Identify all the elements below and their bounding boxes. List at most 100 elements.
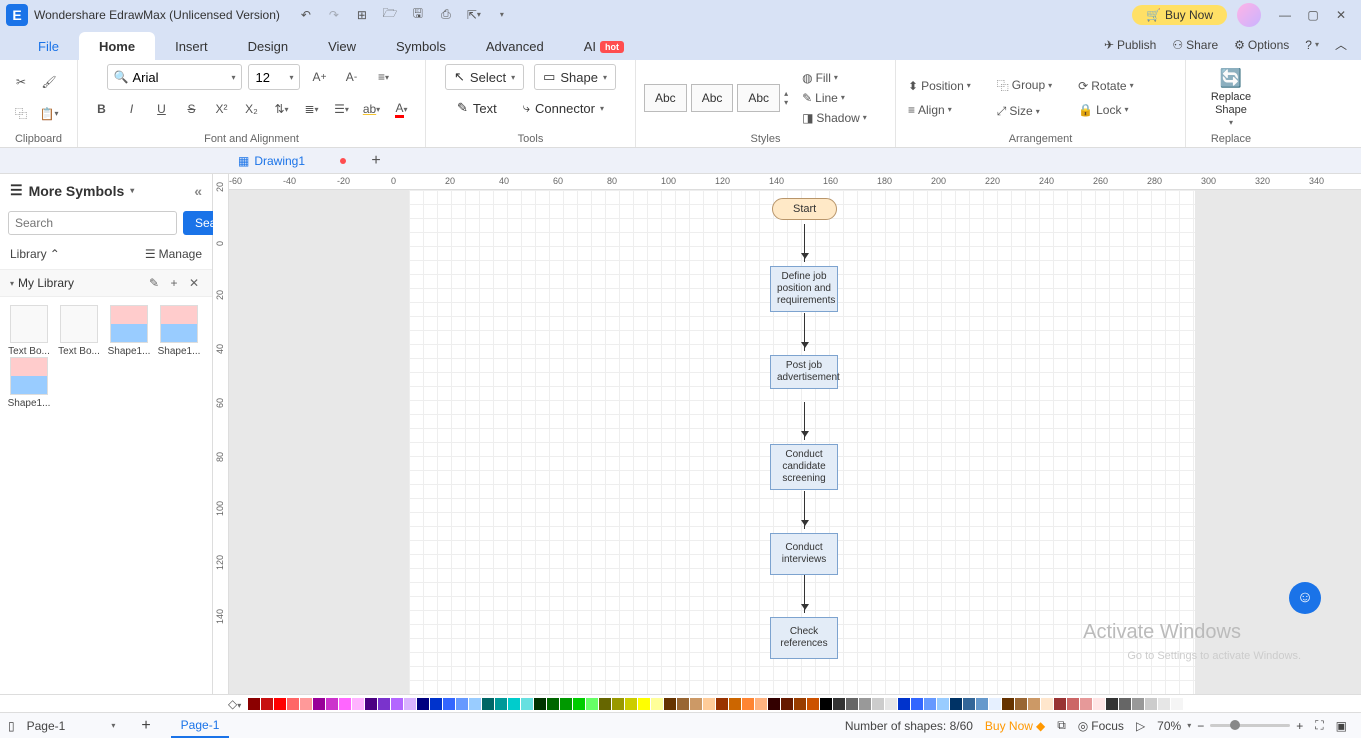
page-selector[interactable]: Page-1 xyxy=(21,717,106,735)
group-button[interactable]: ⿻Group▾ xyxy=(993,75,1056,96)
color-swatch[interactable] xyxy=(313,698,325,710)
increase-font-button[interactable]: A+ xyxy=(306,64,332,90)
color-swatch[interactable] xyxy=(573,698,585,710)
style-down-icon[interactable]: ▾ xyxy=(784,98,788,107)
strike-button[interactable]: S xyxy=(179,96,205,122)
fit-page-icon[interactable]: ⛶ xyxy=(1315,718,1323,733)
align-top-button[interactable]: ≡▾ xyxy=(370,64,396,90)
lib-close-icon[interactable]: ✕ xyxy=(186,276,202,290)
number-list-button[interactable]: ☰▾ xyxy=(329,96,355,122)
menu-advanced[interactable]: Advanced xyxy=(466,32,564,60)
new-icon[interactable]: ⊞ xyxy=(354,7,370,23)
color-swatch[interactable] xyxy=(1158,698,1170,710)
menu-ai[interactable]: AI hot xyxy=(564,32,644,60)
color-swatch[interactable] xyxy=(794,698,806,710)
menu-insert[interactable]: Insert xyxy=(155,32,228,60)
color-swatch[interactable] xyxy=(729,698,741,710)
cut-button[interactable]: ✂ xyxy=(8,69,34,95)
color-swatch[interactable] xyxy=(638,698,650,710)
color-swatch[interactable] xyxy=(430,698,442,710)
superscript-button[interactable]: X² xyxy=(209,96,235,122)
color-swatch[interactable] xyxy=(1002,698,1014,710)
color-swatch[interactable] xyxy=(1067,698,1079,710)
color-swatch[interactable] xyxy=(508,698,520,710)
color-swatch[interactable] xyxy=(521,698,533,710)
color-swatch[interactable] xyxy=(742,698,754,710)
color-swatch[interactable] xyxy=(807,698,819,710)
align-button[interactable]: ≡Align▾ xyxy=(904,101,975,119)
collapse-ribbon-button[interactable]: ︿ xyxy=(1329,33,1353,56)
color-swatch[interactable] xyxy=(378,698,390,710)
color-swatch[interactable] xyxy=(846,698,858,710)
color-swatch[interactable] xyxy=(976,698,988,710)
font-name-field[interactable] xyxy=(132,70,227,85)
flowchart-box-5[interactable]: Check references xyxy=(770,617,838,659)
rotate-button[interactable]: ⟳Rotate▾ xyxy=(1074,77,1137,95)
color-swatch[interactable] xyxy=(820,698,832,710)
color-swatch[interactable] xyxy=(781,698,793,710)
zoom-out-button[interactable]: − xyxy=(1197,719,1204,733)
font-color-button[interactable]: A▾ xyxy=(389,96,415,122)
color-swatch[interactable] xyxy=(456,698,468,710)
highlight-button[interactable]: ab▾ xyxy=(359,96,385,122)
close-icon[interactable]: ✕ xyxy=(1327,1,1355,29)
style-up-icon[interactable]: ▴ xyxy=(784,89,788,98)
zoom-level[interactable]: 70% xyxy=(1157,719,1181,733)
publish-button[interactable]: ✈Publish xyxy=(1098,35,1162,55)
menu-design[interactable]: Design xyxy=(228,32,308,60)
color-swatch[interactable] xyxy=(625,698,637,710)
collapse-sidebar-icon[interactable]: « xyxy=(194,183,202,199)
style-preset-1[interactable]: Abc xyxy=(644,84,687,112)
color-swatch[interactable] xyxy=(547,698,559,710)
font-name-input[interactable]: 🔍▾ xyxy=(107,64,243,90)
flowchart-box-3[interactable]: Conduct candidate screening xyxy=(770,444,838,490)
menu-home[interactable]: Home xyxy=(79,32,155,60)
fullscreen-icon[interactable]: ▣ xyxy=(1336,719,1347,733)
manage-button[interactable]: ☰Manage xyxy=(145,247,202,261)
options-button[interactable]: ⚙Options xyxy=(1228,35,1295,55)
library-dropdown[interactable]: Library ⌃ xyxy=(10,247,60,261)
color-swatch[interactable] xyxy=(1132,698,1144,710)
color-swatch[interactable] xyxy=(924,698,936,710)
open-icon[interactable]: 🗁 xyxy=(382,7,398,23)
color-swatch[interactable] xyxy=(443,698,455,710)
menu-symbols[interactable]: Symbols xyxy=(376,32,466,60)
color-swatch[interactable] xyxy=(495,698,507,710)
color-swatch[interactable] xyxy=(599,698,611,710)
style-preset-3[interactable]: Abc xyxy=(737,84,780,112)
color-swatch[interactable] xyxy=(768,698,780,710)
color-swatch[interactable] xyxy=(482,698,494,710)
position-button[interactable]: ⬍Position▾ xyxy=(904,77,975,95)
color-swatch[interactable] xyxy=(287,698,299,710)
zoom-in-button[interactable]: + xyxy=(1296,719,1303,733)
size-button[interactable]: ⤢Size▾ xyxy=(993,102,1056,121)
color-swatch[interactable] xyxy=(755,698,767,710)
underline-button[interactable]: U xyxy=(149,96,175,122)
buy-now-button[interactable]: 🛒 Buy Now xyxy=(1132,5,1227,25)
my-library-header[interactable]: ▾ My Library ✎ + ✕ xyxy=(0,269,212,297)
share-button[interactable]: ⚇Share xyxy=(1166,35,1224,55)
color-swatch[interactable] xyxy=(326,698,338,710)
color-swatch[interactable] xyxy=(898,698,910,710)
canvas[interactable]: Start Define job position and requiremen… xyxy=(229,190,1361,694)
color-swatch[interactable] xyxy=(300,698,312,710)
color-swatch[interactable] xyxy=(989,698,1001,710)
color-swatch[interactable] xyxy=(274,698,286,710)
page-tab-1[interactable]: Page-1 xyxy=(171,714,230,738)
menu-file[interactable]: File xyxy=(18,32,79,60)
color-swatch[interactable] xyxy=(911,698,923,710)
line-button[interactable]: ✎Line▾ xyxy=(798,89,871,107)
color-swatch[interactable] xyxy=(612,698,624,710)
add-tab-button[interactable]: + xyxy=(364,149,388,173)
save-icon[interactable]: 🖫 xyxy=(410,7,426,23)
lib-item[interactable]: Shape1... xyxy=(154,305,204,357)
font-size-input[interactable]: ▾ xyxy=(248,64,300,90)
lock-button[interactable]: 🔒Lock▾ xyxy=(1074,101,1137,119)
add-page-button[interactable]: + xyxy=(141,717,150,735)
color-swatch[interactable] xyxy=(1028,698,1040,710)
shape-button[interactable]: ▭Shape▾ xyxy=(534,64,616,90)
color-swatch[interactable] xyxy=(417,698,429,710)
color-swatch[interactable] xyxy=(352,698,364,710)
redo-icon[interactable]: ↷ xyxy=(326,7,342,23)
lib-item[interactable]: Text Bo... xyxy=(54,305,104,357)
